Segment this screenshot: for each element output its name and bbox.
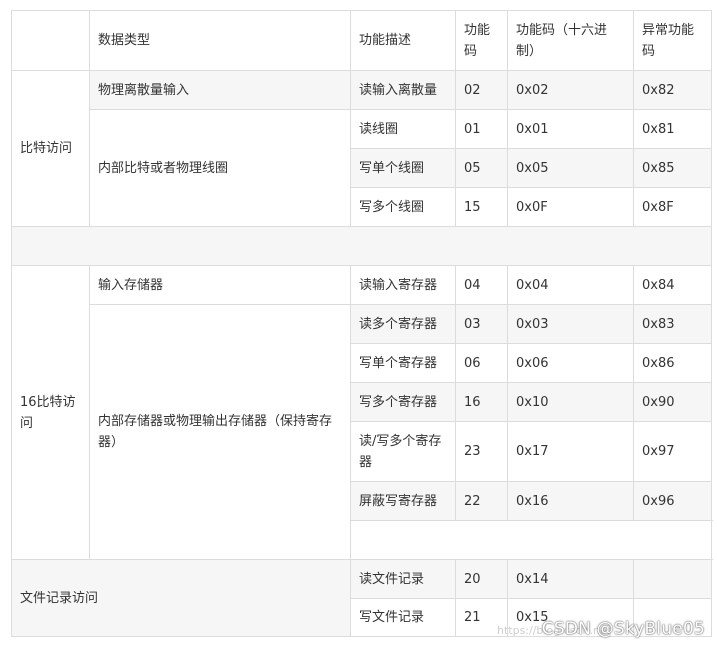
code-cell: 22 xyxy=(455,481,508,521)
watermark-text: CSDN @SkyBlue05 xyxy=(541,619,705,639)
header-cell-data-type: 数据类型 xyxy=(89,10,351,71)
hex-cell: 0x04 xyxy=(507,265,634,305)
desc-cell: 屏蔽写寄存器 xyxy=(350,481,456,521)
desc-cell: 读/写多个寄存器 xyxy=(350,421,456,482)
header-row: 数据类型 功能描述 功能码 功能码（十六进制） 异常功能码 xyxy=(11,10,712,71)
desc-cell: 读输入离散量 xyxy=(350,70,456,110)
type-cell-discrete-inputs: 物理离散量输入 xyxy=(89,70,351,110)
code-cell: 03 xyxy=(455,304,508,344)
exception-cell: 0x90 xyxy=(633,382,712,422)
code-cell: 04 xyxy=(455,265,508,305)
hex-cell: 0x14 xyxy=(507,559,634,599)
hex-cell: 0x16 xyxy=(507,481,634,521)
exception-cell: 0x85 xyxy=(633,148,712,188)
exception-cell: 0x86 xyxy=(633,343,712,383)
code-cell: 01 xyxy=(455,109,508,149)
table-row: 16比特访问 输入存储器 读输入寄存器 04 0x04 0x84 xyxy=(11,265,712,560)
group-cell-bit-access: 比特访问 xyxy=(11,70,90,227)
hex-cell: 0x01 xyxy=(507,109,634,149)
spacer-cell xyxy=(350,520,712,560)
hex-cell: 0x03 xyxy=(507,304,634,344)
exception-cell: 0x8F xyxy=(633,187,712,227)
group-cell-file-record-access: 文件记录访问 xyxy=(11,559,351,637)
hex-cell: 0x05 xyxy=(507,148,634,188)
header-cell-code: 功能码 xyxy=(455,10,508,71)
code-cell: 15 xyxy=(455,187,508,227)
desc-cell: 写多个寄存器 xyxy=(350,382,456,422)
header-cell-description: 功能描述 xyxy=(350,10,456,71)
desc-cell: 写单个寄存器 xyxy=(350,343,456,383)
exception-cell: 0x81 xyxy=(633,109,712,149)
exception-cell: 0x96 xyxy=(633,481,712,521)
group-cell-16bit-access: 16比特访问 xyxy=(11,265,90,560)
code-cell: 23 xyxy=(455,421,508,482)
table-row: 内部存储器或物理输出存储器（保持寄存器） 读多个寄存器 03 0x03 0x83 xyxy=(12,304,712,560)
desc-cell: 写单个线圈 xyxy=(350,148,456,188)
table-row: 文件记录访问 读文件记录 20 0x14 xyxy=(11,559,712,637)
desc-cell: 读输入寄存器 xyxy=(350,265,456,305)
hex-cell: 0x10 xyxy=(507,382,634,422)
type-cell-coils: 内部比特或者物理线圈 xyxy=(89,109,351,227)
desc-cell: 写文件记录 xyxy=(350,598,456,637)
desc-cell: 读多个寄存器 xyxy=(350,304,456,344)
type-cell-holding-registers: 内部存储器或物理输出存储器（保持寄存器） xyxy=(89,304,351,560)
hex-cell: 0x17 xyxy=(507,421,634,482)
desc-cell: 读文件记录 xyxy=(350,559,456,599)
spacer-row xyxy=(11,226,712,266)
code-cell: 06 xyxy=(455,343,508,383)
hex-cell: 0x0F xyxy=(507,187,634,227)
exception-cell: 0x83 xyxy=(633,304,712,344)
table-row: 比特访问 物理离散量输入 读输入离散量 02 0x02 0x82 xyxy=(11,70,712,227)
spacer-cell xyxy=(11,226,712,266)
type-cell-input-registers: 输入存储器 xyxy=(89,265,351,305)
exception-cell xyxy=(633,559,712,599)
header-cell-group xyxy=(11,10,90,71)
exception-cell: 0x97 xyxy=(633,421,712,482)
exception-cell: 0x82 xyxy=(633,70,712,110)
hex-cell: 0x06 xyxy=(507,343,634,383)
code-cell: 02 xyxy=(455,70,508,110)
desc-cell: 读线圈 xyxy=(350,109,456,149)
table-row: 内部比特或者物理线圈 读线圈 01 0x01 0x81 xyxy=(12,109,712,227)
code-cell: 20 xyxy=(455,559,508,599)
header-cell-exception-code: 异常功能码 xyxy=(633,10,712,71)
header-cell-hex-code: 功能码（十六进制） xyxy=(507,10,634,71)
desc-cell: 写多个线圈 xyxy=(350,187,456,227)
code-cell: 16 xyxy=(455,382,508,422)
code-cell: 05 xyxy=(455,148,508,188)
modbus-function-code-table: 数据类型 功能描述 功能码 功能码（十六进制） 异常功能码 比特访问 物理离散量… xyxy=(11,10,712,637)
hex-cell: 0x02 xyxy=(507,70,634,110)
exception-cell: 0x84 xyxy=(633,265,712,305)
